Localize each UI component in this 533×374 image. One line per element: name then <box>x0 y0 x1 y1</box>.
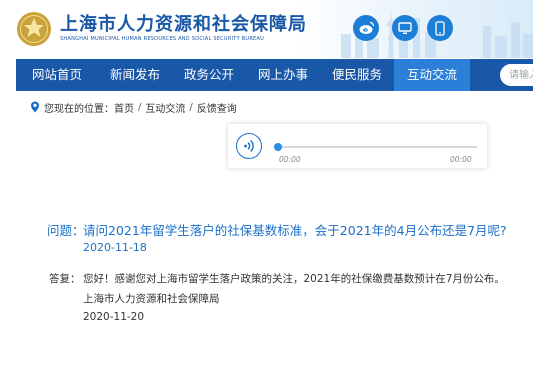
nav-item-convenience[interactable]: 便民服务 <box>320 59 394 91</box>
breadcrumb-home[interactable]: 首页 <box>114 100 134 115</box>
play-button[interactable] <box>236 133 262 159</box>
search-input[interactable] <box>500 64 533 86</box>
audio-current-time: 00:00 <box>279 155 301 164</box>
site-subtitle: SHANGHAI MUNICIPAL HUMAN RESOURCES AND S… <box>60 36 265 42</box>
breadcrumb-feedback-query[interactable]: 反馈查询 <box>197 100 237 115</box>
audio-progress-track[interactable] <box>277 146 477 148</box>
nav-item-online-services[interactable]: 网上办事 <box>246 59 320 91</box>
weibo-icon[interactable] <box>353 15 379 41</box>
answer-date: 2020-11-20 <box>83 311 145 323</box>
nav-item-gov-affairs[interactable]: 政务公开 <box>172 59 246 91</box>
question-text: 请问2021年留学生落户的社保基数标准，会于2021年的4月公布还是7月呢? <box>83 223 507 238</box>
nav-item-home[interactable]: 网站首页 <box>16 59 98 91</box>
audio-progress-knob[interactable] <box>274 143 282 151</box>
breadcrumb-separator: / <box>138 101 142 113</box>
location-pin-icon <box>31 101 39 113</box>
question-label: 问题： <box>47 223 85 238</box>
breadcrumb-separator: / <box>189 101 193 113</box>
audio-wave-icon <box>244 140 254 152</box>
audio-total-time: 00:00 <box>450 155 472 164</box>
nav-item-interaction[interactable]: 互动交流 <box>394 59 470 91</box>
question-date: 2020-11-18 <box>83 241 147 254</box>
site-header: 上海市人力资源和社会保障局 SHANGHAI MUNICIPAL HUMAN R… <box>0 0 533 58</box>
main-nav: 网站首页 新闻发布 政务公开 网上办事 便民服务 互动交流 <box>16 59 533 91</box>
site-title[interactable]: 上海市人力资源和社会保障局 <box>60 10 307 36</box>
mobile-icon[interactable] <box>427 15 453 41</box>
breadcrumb-interaction[interactable]: 互动交流 <box>145 100 185 115</box>
breadcrumb: 您现在的位置： 首页 / 互动交流 / 反馈查询 <box>30 100 237 115</box>
bureau-logo-emblem <box>17 12 51 46</box>
answer-text: 您好！感谢您对上海市留学生落户政策的关注，2021年的社保缴费基数预计在7月份公… <box>83 273 505 285</box>
nav-item-news[interactable]: 新闻发布 <box>98 59 172 91</box>
answer-label: 答复： <box>49 273 81 285</box>
breadcrumb-prefix: 您现在的位置： <box>44 103 114 115</box>
audio-player: 00:00 00:00 <box>228 124 487 168</box>
answer-organization: 上海市人力资源和社会保障局 <box>83 293 220 305</box>
monitor-icon[interactable] <box>392 15 418 41</box>
